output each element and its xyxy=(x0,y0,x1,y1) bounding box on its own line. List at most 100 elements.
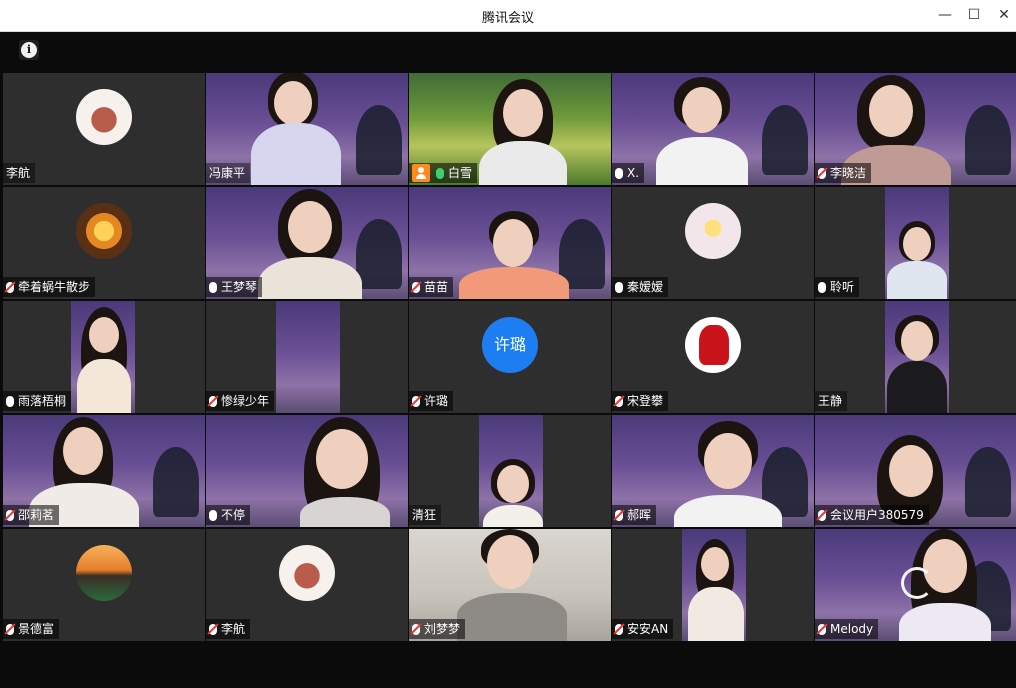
participant-name: 李晓洁 xyxy=(830,166,867,180)
participant-nametag: 王梦琴 xyxy=(206,277,263,297)
participant-nametag: 宋登攀 xyxy=(612,391,669,411)
participant-nametag: 会议用户380579 xyxy=(815,505,929,525)
participant-name: 惨绿少年 xyxy=(221,394,270,408)
tree-silhouette xyxy=(762,105,808,175)
participant-name: 苗苗 xyxy=(424,280,449,294)
participant-nametag: X. xyxy=(612,163,645,183)
participant-tile[interactable]: Melody xyxy=(815,529,1016,641)
participant-nametag: Melody xyxy=(815,619,879,639)
participant-tile[interactable]: 惨绿少年 xyxy=(206,301,408,413)
participant-name: Melody xyxy=(830,622,874,636)
mic-muted-icon xyxy=(615,509,623,521)
participant-nametag: 白雪 xyxy=(409,163,478,183)
participant-nametag: 苗苗 xyxy=(409,277,454,297)
participant-avatar xyxy=(685,203,741,259)
participant-name: X. xyxy=(627,166,640,180)
participant-name: 李航 xyxy=(6,166,31,180)
participant-nametag: 聆听 xyxy=(815,277,860,297)
participant-nametag: 牵着蜗牛散步 xyxy=(3,277,96,297)
participant-tile[interactable]: 冯康平 xyxy=(206,73,408,185)
participant-tile[interactable]: 李晓洁 xyxy=(815,73,1016,185)
participant-name: 白雪 xyxy=(448,166,473,180)
participant-tile[interactable]: 刘梦梦 xyxy=(409,529,611,641)
participant-tile[interactable]: 王静 xyxy=(815,301,1016,413)
tree-silhouette xyxy=(965,105,1011,175)
participant-nametag: 清狂 xyxy=(409,505,442,525)
tree-silhouette xyxy=(356,105,402,175)
participant-name: 安安AN xyxy=(627,622,669,636)
mic-muted-icon xyxy=(209,395,217,407)
mic-icon xyxy=(209,281,217,293)
participant-tile[interactable]: 苗苗 xyxy=(409,187,611,299)
participant-tile[interactable]: 李航 xyxy=(206,529,408,641)
close-button[interactable]: ✕ xyxy=(993,5,1015,25)
meeting-info-button[interactable]: i xyxy=(19,40,39,60)
participant-nametag: 李晓洁 xyxy=(815,163,872,183)
window-title: 腾讯会议 xyxy=(481,11,534,26)
tree-silhouette xyxy=(153,447,199,517)
mic-muted-icon xyxy=(615,395,623,407)
mic-muted-icon xyxy=(818,167,826,179)
participant-tile[interactable]: 不停 xyxy=(206,415,408,527)
minimize-button[interactable]: — xyxy=(934,5,956,25)
participant-tile[interactable]: 雨落梧桐 xyxy=(3,301,205,413)
participant-name: 牵着蜗牛散步 xyxy=(18,280,91,294)
participant-nametag: 安安AN xyxy=(612,619,674,639)
participant-name: 不停 xyxy=(221,508,246,522)
participant-nametag: 邵莉茗 xyxy=(3,505,60,525)
participant-tile[interactable]: 邵莉茗 xyxy=(3,415,205,527)
participant-name: 清狂 xyxy=(412,508,437,522)
participant-nametag: 秦嫒嫒 xyxy=(612,277,669,297)
mic-muted-icon xyxy=(412,623,420,635)
participant-tile[interactable]: 秦嫒嫒 xyxy=(612,187,814,299)
mic-muted-icon xyxy=(412,281,420,293)
participant-tile[interactable]: 会议用户380579 xyxy=(815,415,1016,527)
participant-tile[interactable]: 景德富 xyxy=(3,529,205,641)
participant-name: 会议用户380579 xyxy=(830,508,924,522)
participant-tile[interactable]: X. xyxy=(612,73,814,185)
participant-avatar xyxy=(76,545,132,601)
tree-silhouette xyxy=(965,447,1011,517)
participant-nametag: 不停 xyxy=(206,505,251,525)
participant-initials-avatar: 许璐 xyxy=(482,317,538,373)
participant-avatar xyxy=(76,203,132,259)
participant-name: 冯康平 xyxy=(209,166,246,180)
mic-muted-icon xyxy=(818,509,826,521)
participant-name: 秦嫒嫒 xyxy=(627,280,664,294)
participant-nametag: 许璐 xyxy=(409,391,454,411)
participant-name: 邵莉茗 xyxy=(18,508,55,522)
participant-tile[interactable]: 安安AN xyxy=(612,529,814,641)
participant-tile[interactable]: 宋登攀 xyxy=(612,301,814,413)
loading-spinner-icon xyxy=(901,567,933,599)
participant-tile[interactable]: 李航 xyxy=(3,73,205,185)
participant-name: 王静 xyxy=(818,394,843,408)
participant-name: 聆听 xyxy=(830,280,855,294)
participant-name: 景德富 xyxy=(18,622,55,636)
info-icon: i xyxy=(21,42,37,58)
participant-name: 李航 xyxy=(221,622,246,636)
mic-muted-icon xyxy=(412,395,420,407)
mic-icon xyxy=(818,281,826,293)
participant-tile[interactable]: 清狂 xyxy=(409,415,611,527)
meeting-bottom-bar xyxy=(0,643,1016,688)
participant-avatar xyxy=(685,317,741,373)
meeting-top-bar xyxy=(0,32,1016,70)
mic-muted-icon xyxy=(615,623,623,635)
participant-name: 刘梦梦 xyxy=(424,622,461,636)
mic-icon xyxy=(209,509,217,521)
participant-nametag: 郝晖 xyxy=(612,505,657,525)
participant-tile[interactable]: 牵着蜗牛散步 xyxy=(3,187,205,299)
participant-nametag: 李航 xyxy=(3,163,36,183)
mic-icon xyxy=(615,281,623,293)
participant-avatar xyxy=(279,545,335,601)
participant-nametag: 李航 xyxy=(206,619,251,639)
participant-name: 许璐 xyxy=(424,394,449,408)
video-grid: 李航 冯康平 白雪 X. 李晓洁 牵着蜗牛散步 王梦琴 苗苗 秦嫒嫒 聆听 雨落… xyxy=(3,73,1016,641)
participant-tile[interactable]: 郝晖 xyxy=(612,415,814,527)
participant-name: 王梦琴 xyxy=(221,280,258,294)
participant-tile[interactable]: 聆听 xyxy=(815,187,1016,299)
participant-tile[interactable]: 王梦琴 xyxy=(206,187,408,299)
participant-tile[interactable]: 许璐 许璐 xyxy=(409,301,611,413)
maximize-button[interactable]: ☐ xyxy=(963,5,985,25)
participant-tile-active-speaker[interactable]: 白雪 xyxy=(409,73,611,185)
